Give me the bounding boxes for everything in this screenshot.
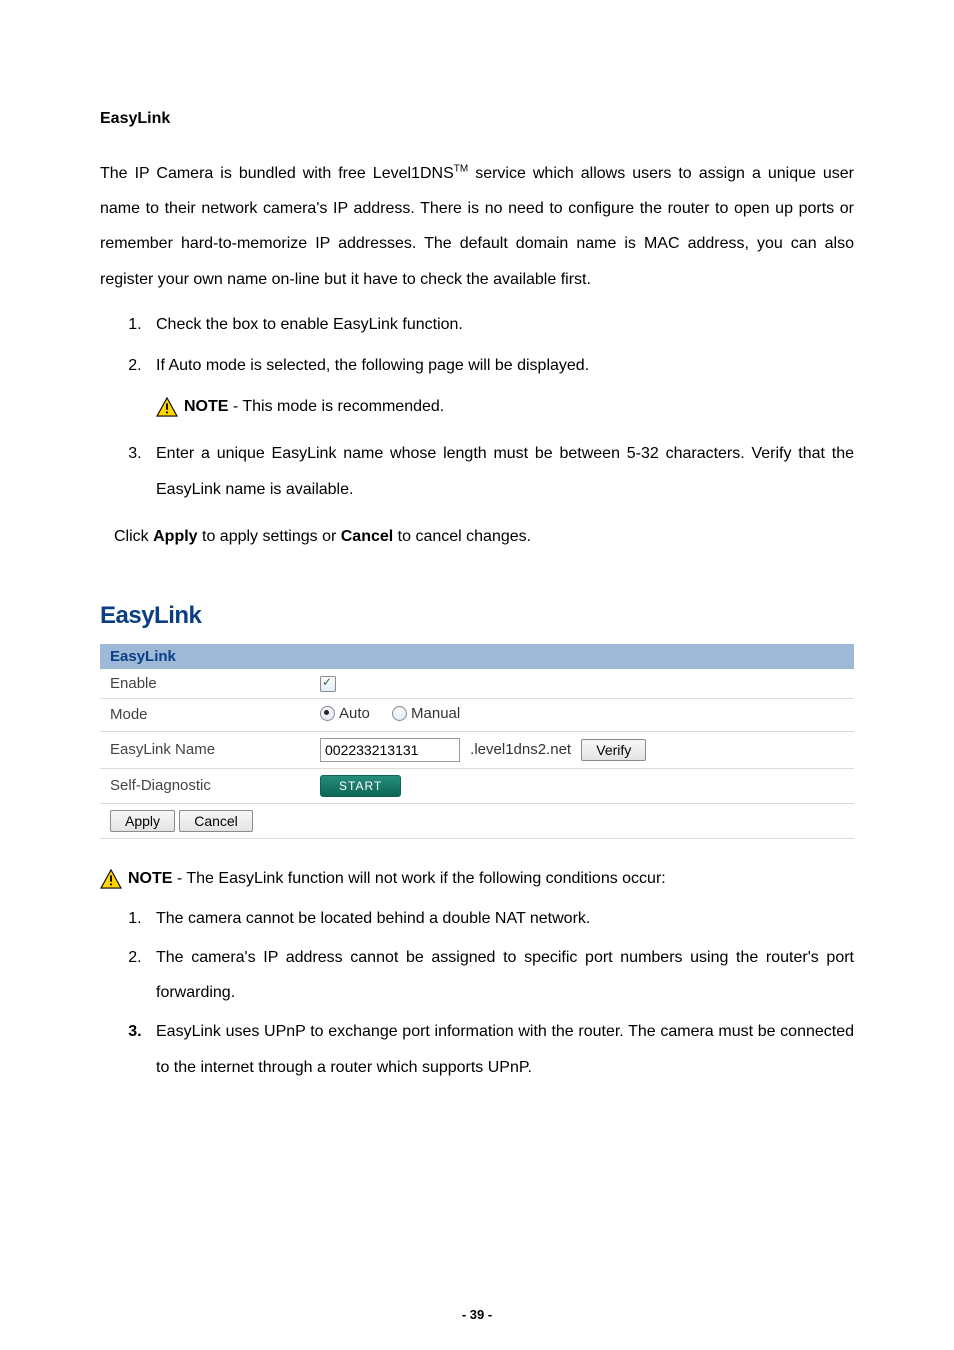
- note-2: NOTE - The EasyLink function will not wo…: [128, 870, 666, 888]
- row-enable: Enable: [100, 669, 854, 699]
- mode-manual-option[interactable]: Manual: [392, 705, 460, 722]
- note-2-text: - The EasyLink function will not work if…: [172, 870, 665, 887]
- intro-part2: service which allows users to assign a u…: [100, 165, 854, 288]
- cond-2: The camera's IP address cannot be assign…: [146, 940, 854, 1010]
- easylink-panel: EasyLink Enable Mode Auto Manual Easy: [100, 644, 854, 839]
- label-name: EasyLink Name: [100, 731, 310, 768]
- cond-3: EasyLink uses UPnP to exchange port info…: [146, 1014, 854, 1084]
- row-name: EasyLink Name .level1dns2.net Verify: [100, 731, 854, 768]
- step-2: If Auto mode is selected, the following …: [146, 348, 854, 424]
- apply-cancel-sentence: Click Apply to apply settings or Cancel …: [114, 519, 854, 554]
- ac-post: to cancel changes.: [393, 528, 531, 545]
- row-mode: Mode Auto Manual: [100, 698, 854, 731]
- note-1-text: - This mode is recommended.: [228, 398, 444, 415]
- page-number: - 39 -: [0, 1307, 954, 1322]
- row-selfdiag: Self-Diagnostic START: [100, 768, 854, 803]
- mode-auto-option[interactable]: Auto: [320, 705, 370, 722]
- panel-section-header: EasyLink: [100, 644, 854, 669]
- section-heading: EasyLink: [100, 110, 854, 128]
- intro-part1: The IP Camera is bundled with free Level…: [100, 165, 454, 182]
- ac-mid: to apply settings or: [198, 528, 341, 545]
- ac-pre: Click: [114, 528, 153, 545]
- apply-button[interactable]: Apply: [110, 810, 175, 832]
- radio-auto-label: Auto: [339, 705, 370, 722]
- label-selfdiag: Self-Diagnostic: [100, 768, 310, 803]
- ac-apply: Apply: [153, 528, 197, 545]
- start-button[interactable]: START: [320, 775, 401, 797]
- easylink-name-input[interactable]: [320, 738, 460, 762]
- enable-checkbox[interactable]: [320, 676, 336, 692]
- trademark: TM: [454, 164, 468, 175]
- note-1: NOTE - This mode is recommended.: [184, 389, 444, 424]
- domain-suffix: .level1dns2.net: [470, 741, 571, 758]
- ac-cancel: Cancel: [341, 528, 393, 545]
- panel-title: EasyLink: [100, 602, 854, 630]
- radio-manual[interactable]: [392, 706, 407, 721]
- verify-button[interactable]: Verify: [581, 739, 646, 761]
- radio-manual-label: Manual: [411, 705, 460, 722]
- radio-auto[interactable]: [320, 706, 335, 721]
- label-enable: Enable: [100, 669, 310, 699]
- note-2-label: NOTE: [128, 870, 172, 887]
- cancel-button[interactable]: Cancel: [179, 810, 253, 832]
- warning-icon: [156, 397, 178, 417]
- intro-paragraph: The IP Camera is bundled with free Level…: [100, 156, 854, 297]
- cond-1: The camera cannot be located behind a do…: [146, 901, 854, 936]
- warning-icon: [100, 869, 122, 889]
- label-mode: Mode: [100, 698, 310, 731]
- step-1: Check the box to enable EasyLink functio…: [146, 307, 854, 342]
- row-buttons: Apply Cancel: [100, 803, 854, 838]
- step-2-text: If Auto mode is selected, the following …: [156, 357, 589, 374]
- step-3: Enter a unique EasyLink name whose lengt…: [146, 436, 854, 506]
- note-1-label: NOTE: [184, 398, 228, 415]
